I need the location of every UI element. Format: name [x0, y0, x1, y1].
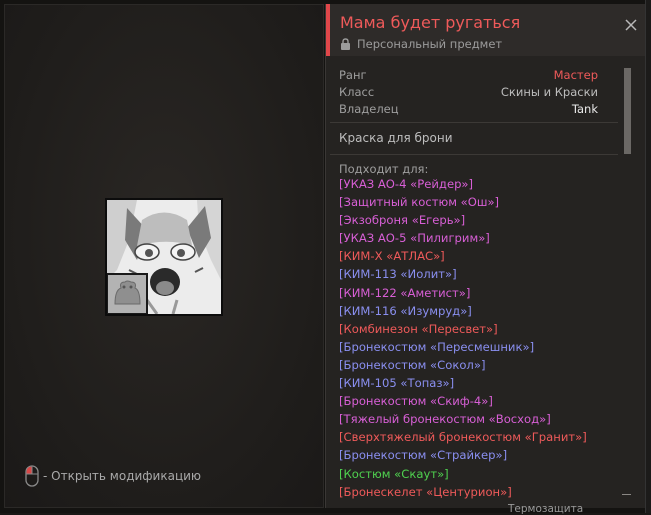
- compatible-item[interactable]: [Сверхтяжелый бронекостюм «Гранит»]: [339, 428, 609, 446]
- scrollbar-end: [622, 494, 631, 495]
- compatible-item[interactable]: [Защитный костюм «Ош»]: [339, 193, 609, 211]
- scrollbar-thumb[interactable]: [624, 68, 631, 154]
- compatible-item[interactable]: [УКАЗ АО-5 «Пилигрим»]: [339, 229, 609, 247]
- open-modification-hint: - Открыть модификацию: [25, 465, 201, 487]
- compatible-item[interactable]: [УКАЗ АО-4 «Рейдер»]: [339, 175, 609, 193]
- divider: [330, 154, 618, 155]
- compatible-item[interactable]: [КИМ-105 «Топаз»]: [339, 374, 609, 392]
- compatible-item[interactable]: [Бронекостюм «Страйкер»]: [339, 446, 609, 464]
- lock-icon: [341, 38, 350, 50]
- mouse-icon: [25, 465, 39, 487]
- compatible-item[interactable]: [КИМ-113 «Иолит»]: [339, 265, 609, 283]
- item-properties: Ранг Мастер Класс Скины и Краски Владеле…: [339, 67, 598, 118]
- item-thumbnail[interactable]: [105, 198, 223, 316]
- compatible-items-list: [УКАЗ АО-4 «Рейдер»] [Защитный костюм «Ош…: [339, 175, 609, 501]
- tooltip-header: Мама будет ругаться Персональный предмет: [326, 4, 645, 56]
- background-panel-edge: [645, 0, 651, 513]
- fits-label: Подходит для:: [339, 162, 429, 176]
- property-rank: Ранг Мастер: [339, 67, 598, 84]
- screen: - Открыть модификацию Мама будет ругатьс…: [0, 0, 651, 515]
- item-subtitle: Персональный предмет: [340, 37, 502, 51]
- item-artwork: [107, 200, 221, 314]
- property-value: Tank: [571, 102, 598, 116]
- compatible-item[interactable]: [КИМ-116 «Изумруд»]: [339, 302, 609, 320]
- compatible-item[interactable]: [КИМ-X «АТЛАС»]: [339, 247, 609, 265]
- compatible-item[interactable]: [Бронекостюм «Скиф-4»]: [339, 392, 609, 410]
- divider: [330, 122, 618, 123]
- close-icon[interactable]: [622, 16, 640, 34]
- item-title: Мама будет ругаться: [340, 13, 521, 32]
- compatible-item[interactable]: [Комбинезон «Пересвет»]: [339, 320, 609, 338]
- item-subtitle-label: Персональный предмет: [357, 37, 503, 51]
- compatible-item[interactable]: [Тяжелый бронекостюм «Восход»]: [339, 410, 609, 428]
- compatible-item[interactable]: [Бронескелет «Центурион»]: [339, 483, 609, 501]
- compatible-item[interactable]: [Экзоброня «Егерь»]: [339, 211, 609, 229]
- property-label: Ранг: [339, 68, 367, 82]
- compatible-item[interactable]: [КИМ-122 «Аметист»]: [339, 284, 609, 302]
- compatible-item[interactable]: [Бронекостюм «Сокол»]: [339, 356, 609, 374]
- property-class: Класс Скины и Краски: [339, 84, 598, 101]
- open-modification-label: - Открыть модификацию: [43, 469, 202, 483]
- property-value: Мастер: [553, 68, 598, 82]
- property-value: Скины и Краски: [500, 85, 598, 99]
- item-preview-panel: - Открыть модификацию: [4, 4, 324, 508]
- background-label: Термозащита: [508, 503, 584, 515]
- compatible-item[interactable]: [Бронекостюм «Пересмешник»]: [339, 338, 609, 356]
- item-tooltip: Мама будет ругаться Персональный предмет…: [325, 4, 645, 508]
- property-owner: Владелец Tank: [339, 101, 598, 118]
- compatible-item[interactable]: [Костюм «Скаут»]: [339, 465, 609, 483]
- property-label: Владелец: [339, 102, 399, 116]
- item-description: Краска для брони: [339, 131, 453, 145]
- property-label: Класс: [339, 85, 375, 99]
